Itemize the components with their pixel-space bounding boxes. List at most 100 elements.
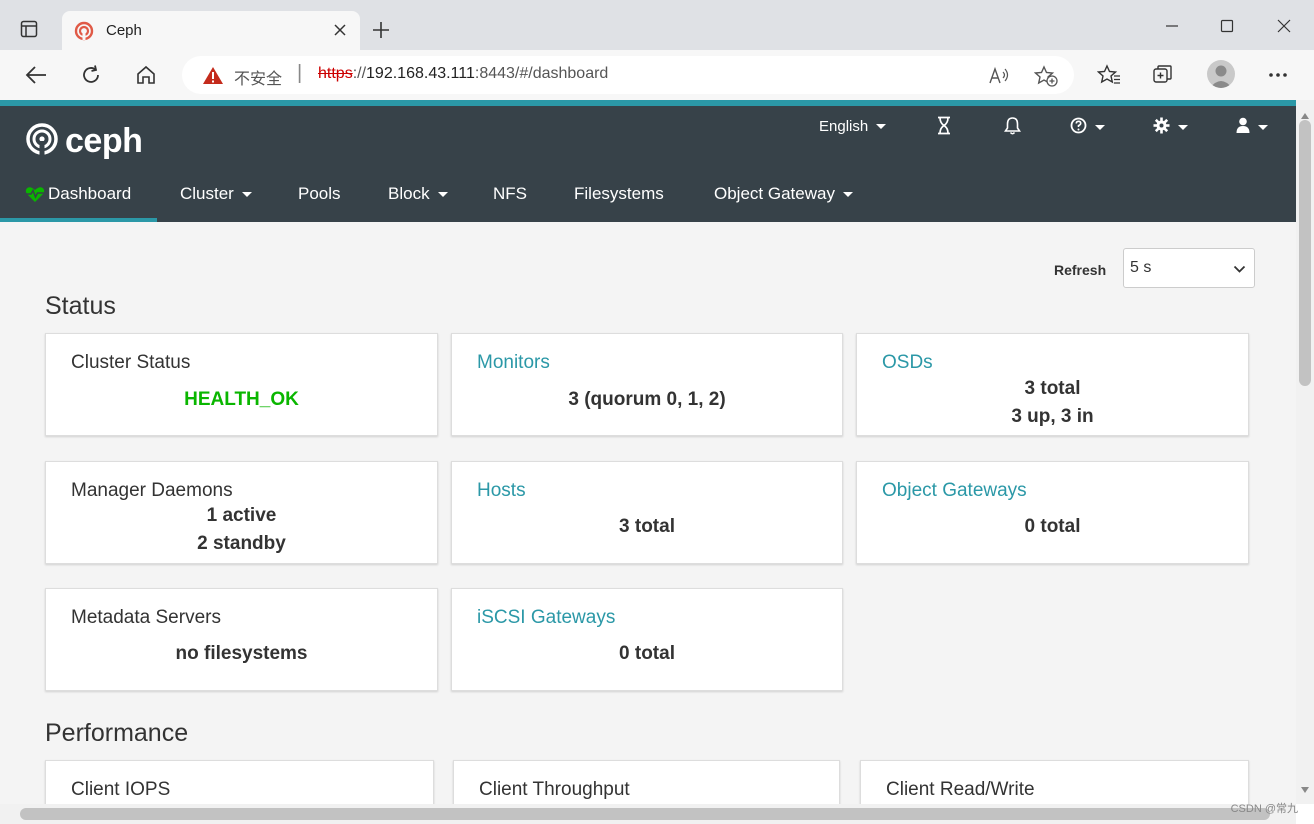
vertical-scrollbar[interactable] — [1296, 100, 1314, 804]
card-value: 3 up, 3 in — [1011, 406, 1094, 427]
settings-menu[interactable] — [1153, 117, 1188, 138]
read-aloud-icon[interactable] — [988, 64, 1012, 88]
user-menu[interactable] — [1236, 117, 1268, 137]
tab-actions-icon[interactable] — [18, 18, 40, 40]
url-path: :8443/#/dashboard — [474, 65, 609, 82]
help-menu[interactable] — [1070, 117, 1105, 138]
url-text[interactable]: https://192.168.43.111:8443/#/dashboard — [318, 65, 608, 83]
security-status[interactable]: 不安全 — [234, 65, 282, 89]
nav-block-label: Block — [388, 184, 430, 203]
card-title: Manager Daemons — [71, 480, 233, 501]
card-value: 3 total — [1024, 378, 1081, 399]
hosts-link[interactable]: Hosts — [477, 480, 526, 502]
heartbeat-icon — [25, 186, 45, 208]
nav-dashboard-label: Dashboard — [48, 184, 132, 203]
browser-tab[interactable]: Ceph — [62, 11, 360, 50]
watermark: CSDN @常九 — [1230, 803, 1298, 815]
client-read-write-card: Client Read/Write — [860, 760, 1249, 804]
warning-icon[interactable] — [202, 66, 224, 90]
card-value: 0 total — [1024, 516, 1081, 537]
favorites-icon[interactable] — [1096, 62, 1122, 88]
nav-pools-label: Pools — [298, 184, 341, 203]
osds-link[interactable]: OSDs — [882, 352, 933, 374]
refresh-label: Refresh — [1054, 262, 1107, 278]
language-label: English — [819, 118, 869, 135]
nav-nfs[interactable]: NFS — [493, 184, 527, 222]
language-selector[interactable]: English — [819, 118, 887, 135]
ceph-logo-icon — [25, 122, 59, 161]
card-title: Client Read/Write — [886, 779, 1035, 800]
maximize-icon[interactable] — [1215, 14, 1239, 38]
ceph-logo[interactable]: ceph — [25, 122, 143, 161]
cluster-status-card: Cluster Status HEALTH_OK — [45, 333, 438, 436]
collections-icon[interactable] — [1150, 62, 1176, 88]
chevron-down-icon — [1095, 125, 1105, 130]
card-value: no filesystems — [175, 643, 308, 664]
ceph-favicon-icon — [74, 21, 94, 41]
add-favorite-icon[interactable] — [1034, 64, 1058, 88]
address-toolbar: 不安全 | https://192.168.43.111:8443/#/dash… — [0, 50, 1314, 100]
card-title: Client Throughput — [479, 779, 630, 800]
nav-block[interactable]: Block — [388, 184, 448, 222]
browser-tab-bar: Ceph — [0, 0, 1314, 50]
chevron-down-icon — [437, 192, 448, 197]
page-viewport: ceph English Dashboard Cluster Pools Blo… — [0, 100, 1296, 804]
card-value: 1 active — [206, 505, 277, 526]
nav-filesystems-label: Filesystems — [574, 184, 664, 203]
nav-object-gateway-label: Object Gateway — [714, 184, 835, 203]
profile-avatar[interactable] — [1207, 60, 1235, 88]
more-menu-icon[interactable] — [1265, 62, 1291, 88]
scrollbar-thumb[interactable] — [20, 808, 1270, 820]
metadata-servers-card: Metadata Servers no filesystems — [45, 588, 438, 691]
health-status-value: HEALTH_OK — [184, 389, 299, 410]
help-icon — [1070, 117, 1087, 138]
bell-icon[interactable] — [1004, 116, 1021, 135]
performance-section-title: Performance — [45, 719, 189, 747]
new-tab-icon[interactable] — [368, 17, 394, 43]
user-icon — [1236, 117, 1250, 137]
gear-icon — [1153, 117, 1170, 138]
iscsi-gateways-link[interactable]: iSCSI Gateways — [477, 607, 615, 629]
nav-cluster[interactable]: Cluster — [180, 184, 252, 222]
client-iops-card: Client IOPS — [45, 760, 434, 804]
card-value: 3 (quorum 0, 1, 2) — [568, 389, 726, 410]
window-close-icon[interactable] — [1272, 14, 1296, 38]
logo-wordmark: ceph — [65, 122, 143, 160]
card-title: Cluster Status — [71, 352, 191, 373]
card-title: Metadata Servers — [71, 607, 221, 628]
chevron-down-icon — [1178, 125, 1188, 130]
scroll-down-icon[interactable] — [1301, 780, 1309, 798]
chevron-down-icon — [876, 124, 887, 129]
address-bar[interactable]: 不安全 | https://192.168.43.111:8443/#/dash… — [182, 56, 1074, 94]
minimize-icon[interactable] — [1160, 14, 1184, 38]
nav-nfs-label: NFS — [493, 184, 527, 203]
top-navigation: ceph English Dashboard Cluster Pools Blo… — [0, 106, 1296, 222]
nav-object-gateway[interactable]: Object Gateway — [714, 184, 853, 222]
scrollbar-thumb[interactable] — [1299, 120, 1311, 386]
nav-cluster-label: Cluster — [180, 184, 234, 203]
status-section-title: Status — [45, 292, 116, 320]
back-icon[interactable] — [23, 62, 49, 88]
card-value: 3 total — [619, 516, 675, 537]
url-host: 192.168.43.111 — [366, 65, 475, 82]
nav-dashboard[interactable]: Dashboard — [0, 184, 157, 222]
refresh-interval-select[interactable]: 5 s — [1123, 248, 1255, 288]
client-throughput-card: Client Throughput — [453, 760, 840, 804]
address-divider: | — [297, 62, 303, 84]
osds-card: OSDs 3 total 3 up, 3 in — [856, 333, 1249, 436]
url-separator: :// — [352, 65, 367, 82]
reload-icon[interactable] — [78, 62, 104, 88]
refresh-interval-value: 5 s — [1130, 259, 1152, 276]
url-scheme: https — [318, 65, 353, 82]
home-icon[interactable] — [133, 62, 159, 88]
nav-pools[interactable]: Pools — [298, 184, 341, 222]
chevron-down-icon — [1258, 124, 1268, 130]
nav-filesystems[interactable]: Filesystems — [574, 184, 664, 222]
horizontal-scrollbar[interactable] — [0, 804, 1296, 824]
monitors-link[interactable]: Monitors — [477, 352, 550, 374]
chevron-down-icon — [1233, 261, 1246, 279]
tab-close-icon[interactable] — [330, 20, 350, 40]
object-gateways-link[interactable]: Object Gateways — [882, 480, 1027, 502]
object-gateways-card: Object Gateways 0 total — [856, 461, 1249, 564]
hourglass-icon[interactable] — [936, 116, 952, 135]
